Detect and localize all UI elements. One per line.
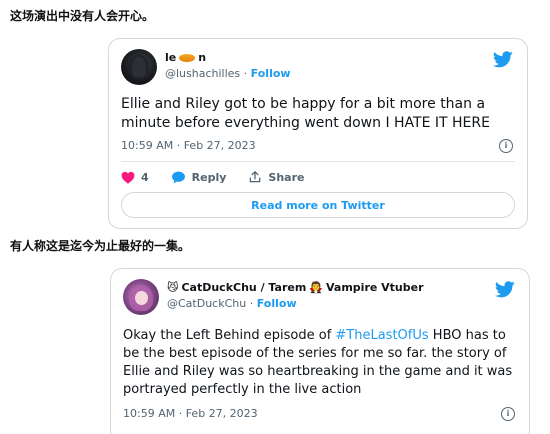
info-icon[interactable]: i — [499, 139, 513, 153]
like-count: 4 — [141, 170, 149, 184]
separator-dot: · — [249, 297, 254, 310]
reply-action[interactable]: Reply — [171, 170, 227, 184]
follow-button[interactable]: Follow — [251, 67, 291, 80]
author-name[interactable]: le n — [165, 51, 206, 64]
divider — [121, 161, 515, 162]
author-handle-row: @lushachilles · Follow — [165, 67, 291, 80]
caption-first: 这场演出中没有人会开心。 — [10, 9, 155, 23]
tweet-timestamp[interactable]: 10:59 AM · Feb 27, 2023 — [121, 139, 256, 152]
like-action[interactable]: 4 — [121, 171, 149, 184]
author-name-part1: le — [165, 51, 177, 64]
share-upload-icon — [250, 171, 261, 183]
author-name-part2: n — [198, 51, 207, 64]
vampire-emoji-icon: 🧛 — [309, 281, 323, 294]
avatar[interactable] — [121, 49, 157, 85]
cat-emoji-icon: 😼 — [167, 281, 179, 294]
speech-bubble-icon — [171, 171, 185, 183]
tweet-card-catduckchu[interactable]: 😼 CatDuckChu / Tarem 🧛 Vampire Vtuber @C… — [110, 268, 530, 434]
author-handle-row: @CatDuckChu · Follow — [167, 297, 297, 310]
twitter-bird-icon[interactable] — [493, 51, 513, 68]
follow-button[interactable]: Follow — [257, 297, 297, 310]
read-more-button[interactable]: Read more on Twitter — [121, 192, 515, 218]
heart-icon — [121, 171, 135, 184]
share-action[interactable]: Share — [248, 170, 304, 184]
avatar-figure — [132, 57, 146, 77]
reply-label: Reply — [191, 170, 227, 184]
author-name-part1: CatDuckChu / Tarem — [181, 281, 307, 294]
tweet-text: Ellie and Riley got to be happy for a bi… — [121, 96, 490, 131]
twitter-bird-icon[interactable] — [495, 281, 515, 298]
avatar-face — [135, 291, 148, 305]
hashtag-link[interactable]: #TheLastOfUs — [335, 328, 428, 343]
caption-second: 有人称这是迄今为止最好的一集。 — [10, 239, 191, 253]
lips-emoji-icon — [179, 53, 196, 62]
tweet-card-lushachilles[interactable]: le n @lushachilles · Follow Ellie and Ri… — [108, 38, 528, 229]
separator-dot: · — [243, 67, 248, 80]
tweet-timestamp[interactable]: 10:59 AM · Feb 27, 2023 — [123, 407, 258, 420]
author-name-part2: Vampire Vtuber — [326, 281, 424, 294]
share-label: Share — [268, 170, 305, 184]
tweet-text-before: Okay the Left Behind episode of — [123, 328, 336, 343]
avatar[interactable] — [123, 279, 159, 315]
author-handle[interactable]: @CatDuckChu — [167, 297, 246, 310]
tweet-text: Okay the Left Behind episode of #TheLast… — [123, 327, 519, 399]
info-icon[interactable]: i — [501, 407, 515, 421]
author-name[interactable]: 😼 CatDuckChu / Tarem 🧛 Vampire Vtuber — [167, 281, 424, 294]
tweet-actions: 4 Reply Share — [121, 170, 326, 184]
author-handle[interactable]: @lushachilles — [165, 67, 240, 80]
